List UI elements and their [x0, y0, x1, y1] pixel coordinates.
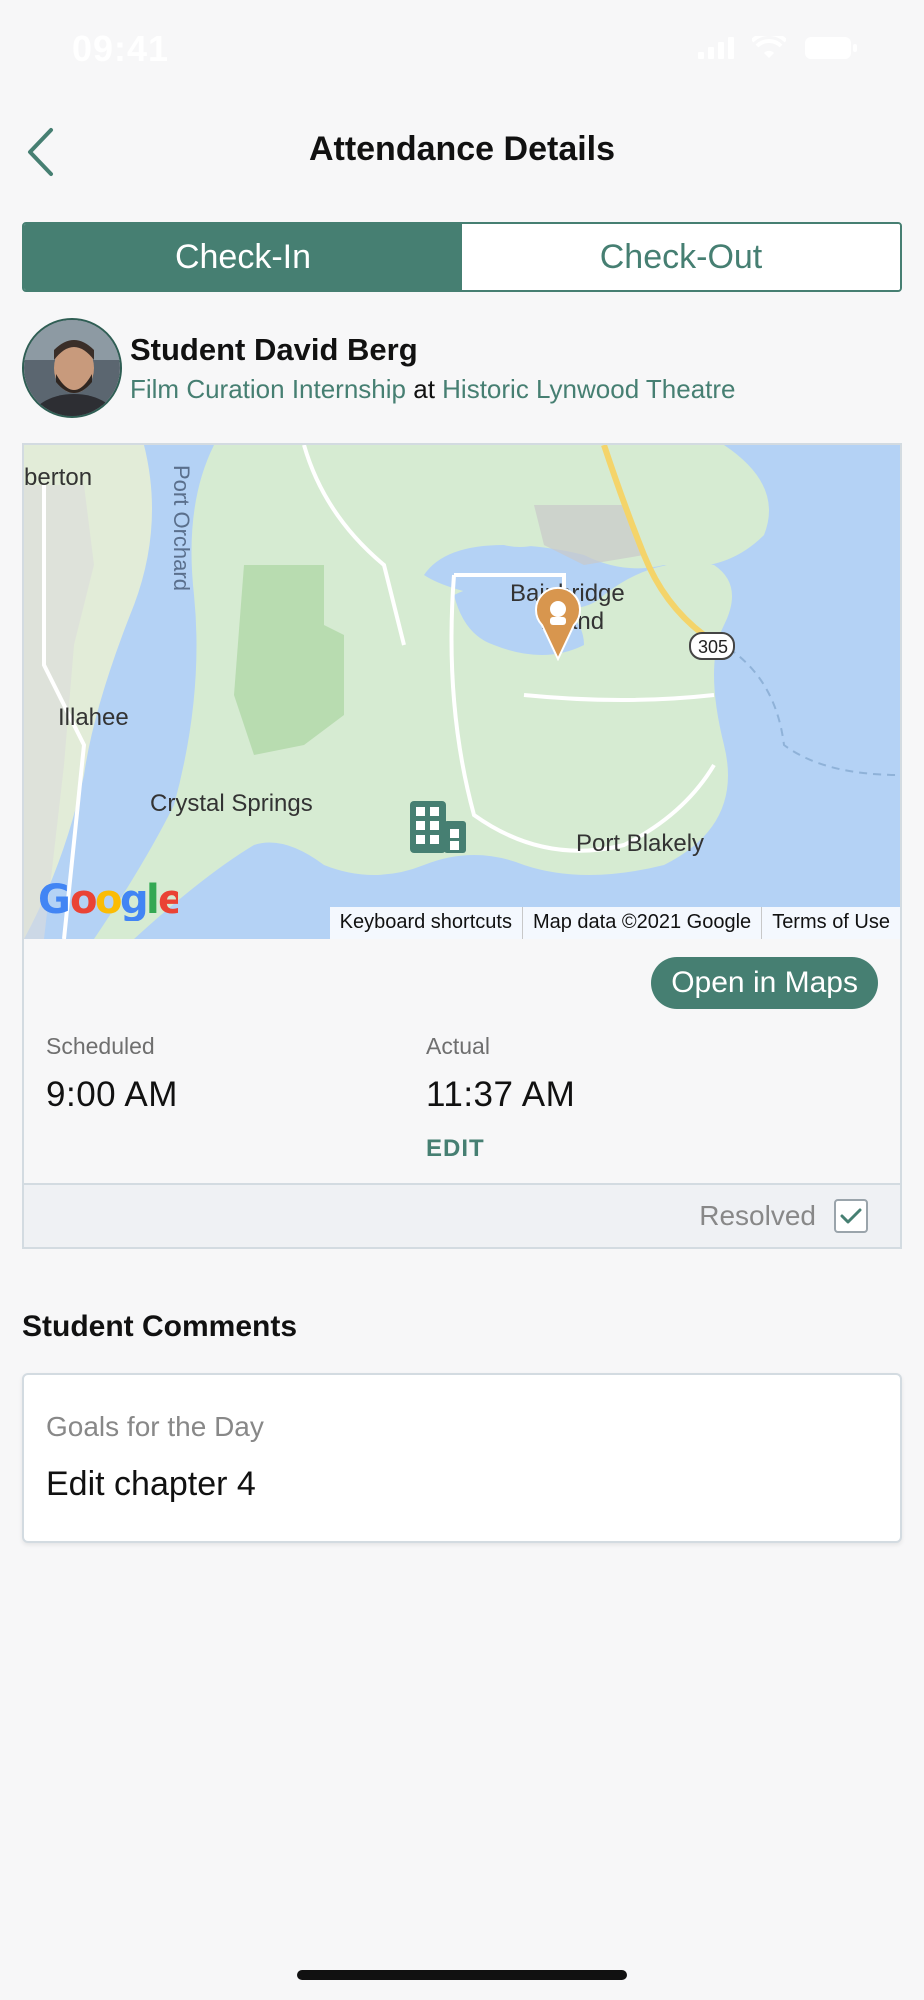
map-label-crystal-springs: Crystal Springs [150, 790, 313, 817]
wifi-icon [752, 36, 786, 58]
google-logo: G o o g l e [38, 877, 185, 931]
program-link[interactable]: Film Curation Internship [130, 374, 406, 404]
scheduled-label: Scheduled [46, 1033, 155, 1059]
svg-text:o: o [95, 877, 121, 921]
svg-text:G: G [38, 877, 70, 921]
placement-connector: at [413, 374, 435, 404]
student-name: Student David Berg [130, 332, 418, 367]
open-in-maps-button[interactable]: Open in Maps [651, 957, 878, 1009]
svg-text:g: g [120, 877, 148, 921]
google-logo-icon: G o o g l e [38, 877, 185, 923]
comment-value: Edit chapter 4 [46, 1465, 256, 1503]
map-graphic: berton Port Orchard Illahee Crystal Spri… [24, 445, 900, 939]
actual-time: 11:37 AM [426, 1075, 576, 1114]
battery-icon [805, 37, 857, 59]
student-placement: Film Curation Internship at Historic Lyn… [130, 374, 736, 405]
map-label-bremerton: berton [24, 464, 92, 491]
resolved-label: Resolved [699, 1200, 816, 1231]
resolved-checkbox[interactable] [834, 1199, 868, 1233]
edit-time-button[interactable]: EDIT [426, 1135, 485, 1163]
map-attribution: Keyboard shortcuts Map data ©2021 Google… [329, 907, 900, 939]
actual-label: Actual [426, 1033, 490, 1059]
comments-heading: Student Comments [22, 1310, 298, 1343]
resolved-bar: Resolved [24, 1183, 900, 1247]
status-time: 09:41 [72, 28, 170, 69]
svg-text:o: o [70, 877, 96, 921]
keyboard-shortcuts-link[interactable]: Keyboard shortcuts [330, 907, 522, 939]
comment-card: Goals for the Day Edit chapter 4 [22, 1373, 902, 1543]
location-pin-icon[interactable] [534, 585, 582, 661]
location-link[interactable]: Historic Lynwood Theatre [442, 374, 735, 404]
status-bar: 09:41 [0, 0, 924, 104]
nav-bar: Attendance Details [0, 104, 924, 202]
tab-check-out[interactable]: Check-Out [462, 224, 900, 290]
attendance-card: berton Port Orchard Illahee Crystal Spri… [22, 443, 902, 1249]
page-title: Attendance Details [308, 130, 616, 168]
status-icons [698, 36, 858, 60]
map-label-port-blakely: Port Blakely [576, 830, 704, 857]
avatar [22, 318, 122, 418]
terms-of-use-link[interactable]: Terms of Use [761, 907, 900, 939]
student-photo-icon [24, 320, 120, 416]
map-label-illahee: Illahee [58, 704, 129, 731]
signal-icon [698, 37, 734, 59]
home-indicator[interactable] [297, 1970, 627, 1980]
tab-check-in[interactable]: Check-In [24, 224, 462, 290]
map-label-port-orchard: Port Orchard [169, 465, 194, 591]
student-header: Student David Berg Film Curation Interns… [22, 318, 902, 418]
route-shield-305: 305 [698, 637, 728, 657]
map-view[interactable]: berton Port Orchard Illahee Crystal Spri… [24, 445, 900, 939]
building-icon[interactable] [408, 799, 468, 855]
svg-text:l: l [146, 877, 159, 921]
checkmark-icon [840, 1208, 862, 1224]
comment-label: Goals for the Day [46, 1411, 264, 1442]
checkin-checkout-tabs: Check-In Check-Out [22, 222, 902, 292]
map-data-credit: Map data ©2021 Google [521, 907, 761, 939]
scheduled-time: 9:00 AM [46, 1075, 178, 1114]
svg-text:e: e [158, 877, 178, 921]
